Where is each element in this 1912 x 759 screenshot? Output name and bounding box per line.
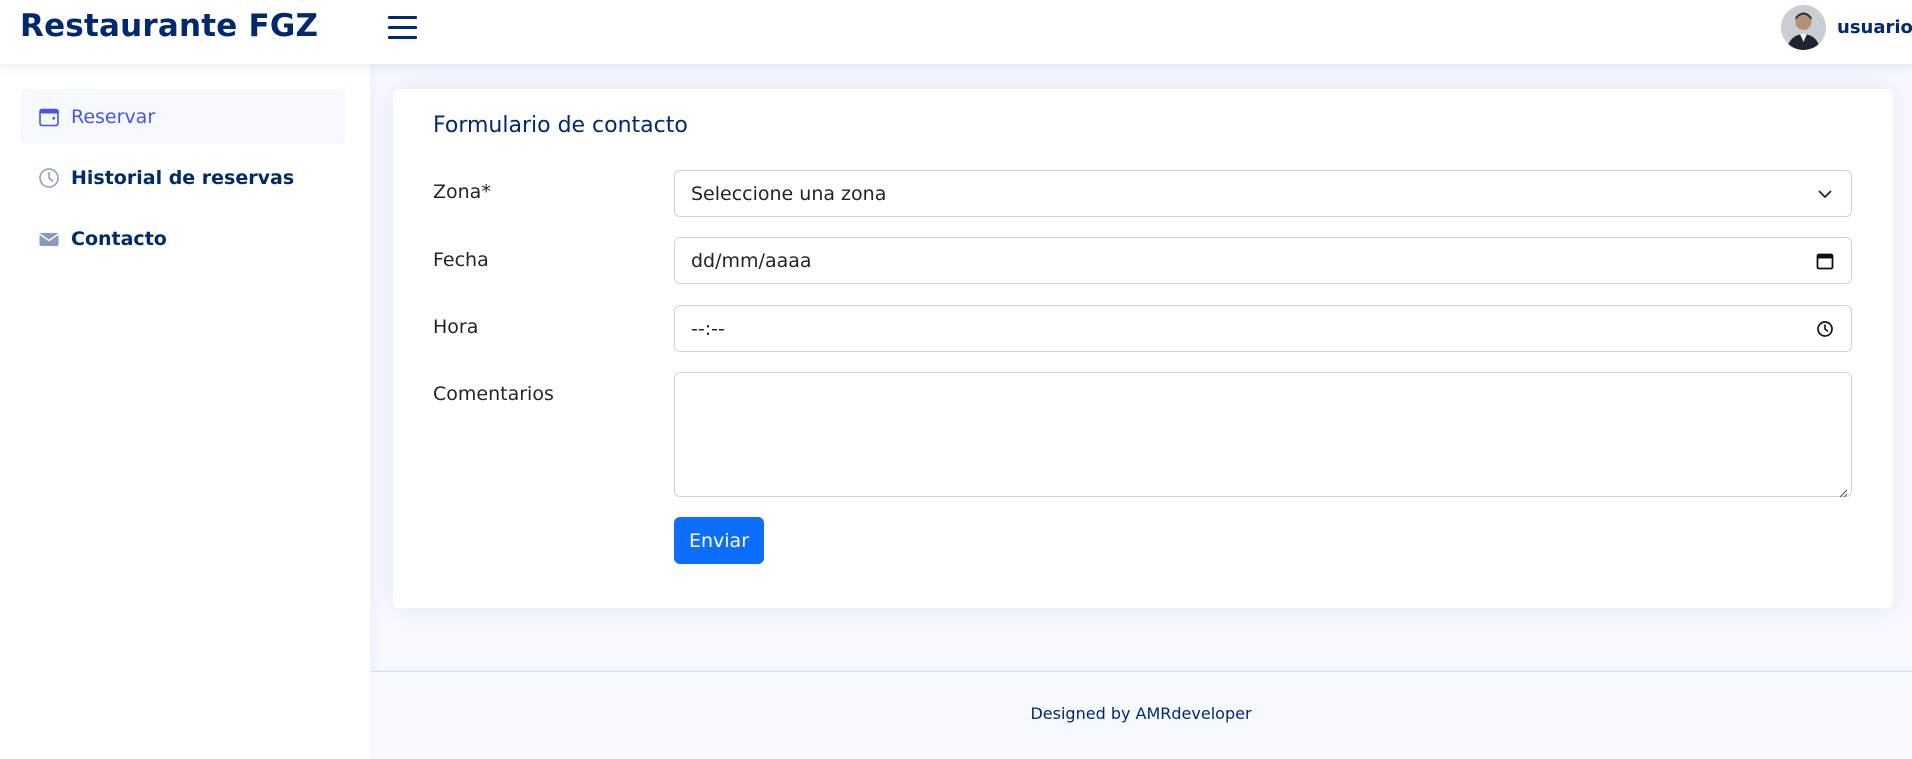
user-name: usuario	[1837, 16, 1912, 38]
sidebar-item-historial[interactable]: Historial de reservas	[20, 150, 345, 205]
sidebar-item-reservar[interactable]: Reservar	[20, 89, 345, 144]
chevron-down-icon	[1815, 184, 1835, 204]
comentarios-textarea[interactable]	[674, 372, 1852, 498]
sidebar-item-label: Historial de reservas	[71, 166, 295, 189]
comentarios-label: Comentarios	[433, 383, 554, 405]
calendar-picker-icon[interactable]	[1815, 251, 1835, 271]
sidebar-item-label: Reservar	[71, 105, 156, 128]
contact-form-card: Formulario de contacto Zona* Seleccione …	[393, 89, 1893, 608]
zona-label: Zona*	[433, 181, 491, 203]
sidebar-item-contacto[interactable]: Contacto	[20, 211, 345, 266]
card-title: Formulario de contacto	[433, 113, 688, 138]
hora-input-value: --:--	[691, 317, 725, 340]
avatar	[1781, 4, 1826, 50]
fecha-input-value: dd/mm/aaaa	[691, 249, 812, 272]
submit-button[interactable]: Enviar	[674, 517, 764, 564]
fecha-label: Fecha	[433, 249, 489, 271]
clock-icon	[38, 167, 60, 189]
hora-label: Hora	[433, 316, 479, 338]
top-header: Restaurante FGZ usuario	[0, 0, 1912, 64]
calendar-icon	[38, 106, 60, 128]
brand-logo[interactable]: Restaurante FGZ	[20, 8, 318, 44]
envelope-icon	[38, 228, 60, 250]
user-profile-dropdown[interactable]: usuario	[1781, 4, 1912, 50]
menu-toggle-icon[interactable]	[388, 14, 418, 40]
footer: Designed by AMRdeveloper	[370, 671, 1912, 759]
zona-select[interactable]: Seleccione una zona	[674, 170, 1852, 217]
resize-handle-icon[interactable]	[1838, 483, 1848, 498]
zona-select-value: Seleccione una zona	[691, 182, 887, 205]
clock-picker-icon[interactable]	[1815, 319, 1835, 339]
sidebar-item-label: Contacto	[71, 227, 167, 250]
fecha-input[interactable]: dd/mm/aaaa	[674, 237, 1852, 284]
footer-credits: Designed by AMRdeveloper	[1030, 704, 1252, 723]
sidebar: Reservar Historial de reservas Contacto	[0, 64, 370, 759]
hora-input[interactable]: --:--	[674, 305, 1852, 352]
